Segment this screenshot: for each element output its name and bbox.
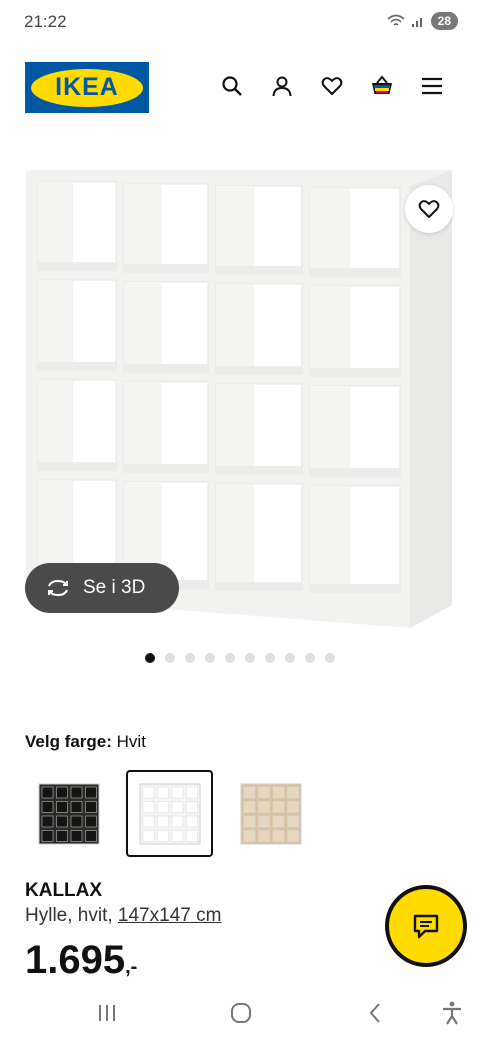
home-icon[interactable] [227, 1000, 255, 1026]
carousel-dot[interactable] [225, 653, 235, 663]
product-price: 1.695,- [25, 938, 137, 983]
product-description: Hylle, hvit, 147x147 cm [25, 905, 221, 927]
view-in-3d-label: Se i 3D [83, 577, 146, 598]
price-suffix: ,- [125, 956, 138, 978]
header: IKEA [0, 56, 480, 120]
product-desc-text: Hylle, hvit, [25, 905, 118, 926]
logo-oval: IKEA [31, 68, 143, 107]
swatch-thumbnail [240, 783, 301, 844]
price-main: 1.695 [25, 938, 126, 982]
carousel-dot[interactable] [245, 653, 255, 663]
search-icon[interactable] [220, 74, 244, 98]
carousel-dot[interactable] [165, 653, 175, 663]
accessibility-icon[interactable] [438, 1000, 466, 1026]
favorite-button[interactable] [405, 185, 453, 233]
logo-text: IKEA [55, 73, 119, 101]
product-name: KALLAX [25, 880, 103, 901]
heart-outline-icon [418, 200, 440, 218]
swatch-thumbnail [139, 783, 200, 844]
header-actions [220, 74, 444, 98]
carousel-dot[interactable] [145, 653, 155, 663]
wifi-icon [387, 14, 405, 26]
color-swatch-white[interactable] [126, 770, 213, 857]
heart-icon[interactable] [320, 74, 344, 98]
rotate-3d-icon [48, 579, 68, 597]
carousel-dots [145, 653, 335, 663]
status-bar: 21:22 28 [0, 0, 480, 44]
carousel-dot[interactable] [205, 653, 215, 663]
color-swatch-black-brown[interactable] [25, 770, 112, 857]
recent-apps-icon[interactable] [94, 1000, 122, 1026]
chat-icon [413, 914, 439, 939]
color-label: Velg farge: [25, 732, 112, 751]
signal-icon [411, 18, 422, 27]
product-dimensions-link[interactable]: 147x147 cm [118, 905, 222, 926]
carousel-dot[interactable] [265, 653, 275, 663]
user-icon[interactable] [270, 74, 294, 98]
battery-indicator: 28 [430, 12, 458, 30]
color-select-label: Velg farge: Hvit [25, 732, 146, 752]
carousel-dot[interactable] [285, 653, 295, 663]
ikea-logo[interactable]: IKEA [25, 62, 149, 113]
swatch-thumbnail [38, 783, 99, 844]
color-value: Hvit [116, 732, 146, 751]
status-time: 21:22 [24, 12, 67, 31]
menu-icon[interactable] [420, 74, 444, 98]
basket-icon[interactable] [370, 74, 394, 98]
back-icon[interactable] [362, 1000, 390, 1026]
view-in-3d-button[interactable]: Se i 3D [25, 563, 179, 613]
color-swatches [25, 770, 314, 857]
chat-button[interactable] [385, 885, 467, 967]
carousel-dot[interactable] [305, 653, 315, 663]
carousel-dot[interactable] [325, 653, 335, 663]
carousel-dot[interactable] [185, 653, 195, 663]
color-swatch-oak-effect[interactable] [227, 770, 314, 857]
status-icons: 28 [387, 12, 458, 30]
system-nav-bar [0, 988, 480, 1040]
